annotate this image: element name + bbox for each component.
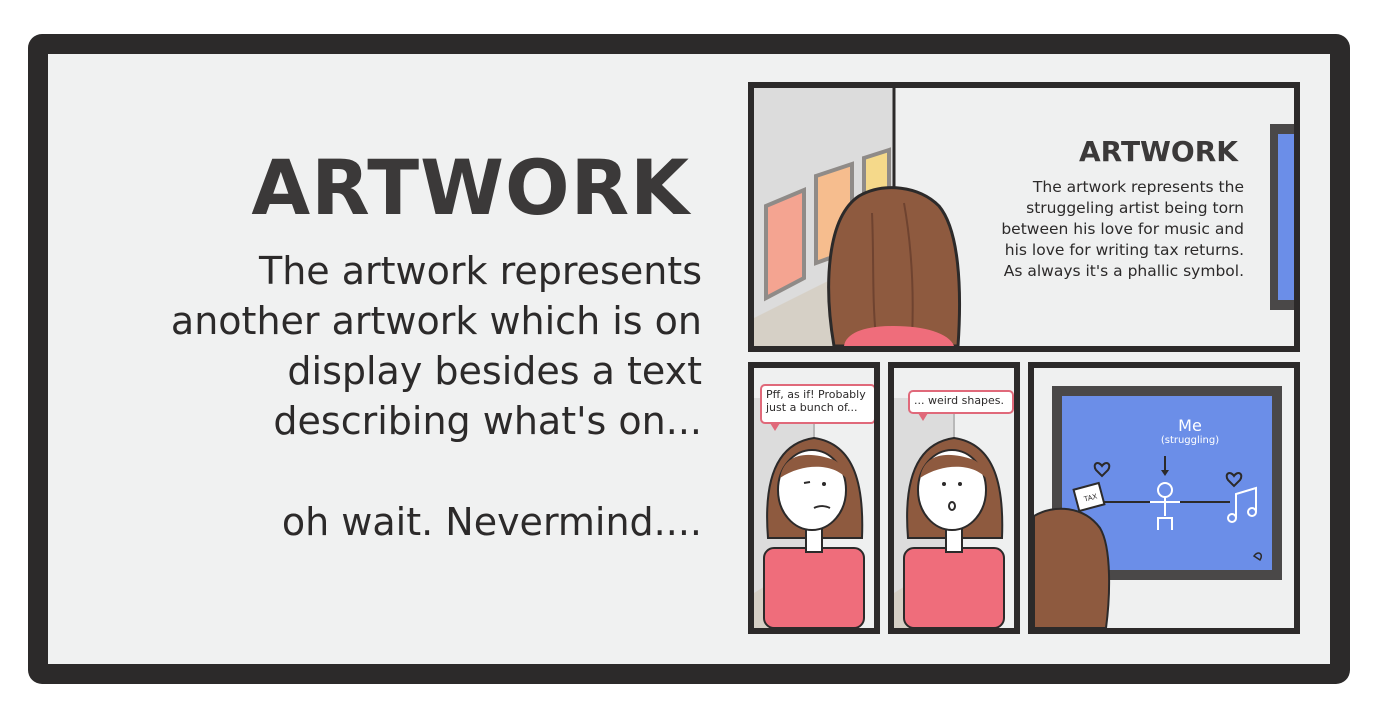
placard-text: The artwork represents the struggeling a… [1001, 178, 1244, 280]
speech-bubble-1: Pff, as if! Probably just a bunch of... [760, 384, 874, 431]
comic-body-text: The artwork represents another artwork w… [170, 249, 702, 443]
artwork-label: Me [1178, 416, 1202, 435]
comic-panel-artwork: Me (struggling) TAX [1028, 362, 1300, 634]
painting-salmon-icon [764, 186, 806, 302]
artwork-edge-icon [1270, 124, 1294, 310]
comic-headline: ARTWORK [251, 143, 690, 232]
speech-bubble-2: ... weird shapes. [908, 390, 1014, 421]
comic-panel-speech-2: ... weird shapes. [888, 362, 1020, 634]
comic-panel-gallery: ARTWORK The artwork represents the strug… [748, 82, 1300, 352]
character-icon [763, 436, 865, 628]
placard-title: ARTWORK [1078, 135, 1238, 168]
character-icon [903, 436, 1005, 628]
artwork-sublabel: (struggling) [1160, 435, 1220, 446]
artwork-scene [1034, 368, 1294, 628]
hair-back-icon [827, 186, 962, 346]
hair-back-icon [1034, 507, 1111, 628]
comic-panel-speech-1: Pff, as if! Probably just a bunch of... [748, 362, 880, 634]
comic-punchline: oh wait. Nevermind.... [281, 500, 702, 544]
